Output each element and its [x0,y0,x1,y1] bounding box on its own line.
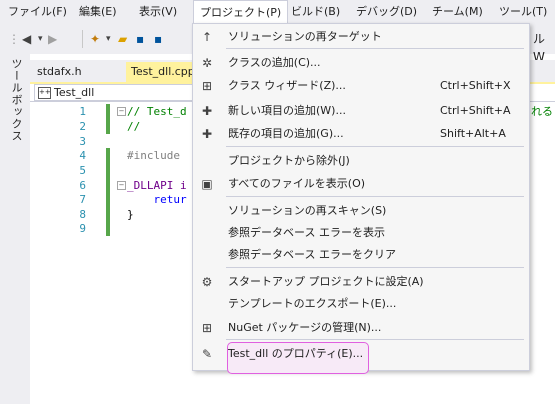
menu-item[interactable]: ↑ ソリューションの再ターゲット [192,25,528,49]
line-number: 8 [79,208,86,221]
back-icon[interactable]: ◀ [22,30,31,48]
project-scope-label: Test_dll [54,86,95,99]
menu-item[interactable]: ⊞ NuGet パッケージの管理(N)... [192,316,528,340]
toolbox-panel[interactable]: ツールボックス [0,54,30,404]
menu-item-shortcut: Shift+Alt+A [440,127,506,140]
collapse-icon[interactable]: − [117,181,126,190]
line-number: 9 [79,222,86,235]
menu-debug[interactable]: デバッグ(D) [350,0,423,24]
wrench-icon: ✎ [201,347,213,361]
toolbox-label[interactable]: ツールボックス [6,58,24,142]
grip-icon: ⋮ [8,32,20,46]
line-number: 7 [79,193,86,206]
menu-item-shortcut: Ctrl+Shift+X [440,79,511,92]
menu-item[interactable]: 参照データベース エラーを表示 [192,221,528,245]
menu-item[interactable]: 参照データベース エラーをクリア [192,243,528,267]
menu-item-label: ソリューションの再ターゲット [228,30,382,43]
menu-view[interactable]: 表示(V) [133,0,183,24]
dropdown-arrow-icon[interactable]: ▾ [106,30,111,48]
code-line: } [127,208,134,221]
menu-item-label: ソリューションの再スキャン(S) [228,204,387,217]
forward-icon[interactable]: ▶ [48,30,57,48]
code-line: // Test_d [127,105,187,118]
add-new-item-icon: ✚ [201,104,213,118]
line-number: 1 [79,105,86,118]
menu-item-label: すべてのファイルを表示(O) [228,177,366,190]
menu-item[interactable]: ▣ すべてのファイルを表示(O) [192,172,528,196]
line-number: 2 [79,120,86,133]
menu-file[interactable]: ファイル(F) [2,0,73,24]
retarget-icon: ↑ [201,30,213,44]
open-file-icon[interactable]: ▰ [118,30,127,48]
menu-item-label: クラスの追加(C)... [228,56,321,69]
add-class-icon: ✲ [201,56,213,70]
change-margin-bar [106,104,110,134]
line-number: 5 [79,164,86,177]
menu-item-label: テンプレートのエクスポート(E)... [228,297,397,310]
menu-item-label: スタートアップ プロジェクトに設定(A) [228,275,424,288]
line-number: 3 [79,135,86,148]
save-icon[interactable]: ▪ [136,30,144,48]
change-margin-bar [106,148,110,236]
menu-item-label: 新しい項目の追加(W)... [228,104,346,117]
menu-item-label: クラス ウィザード(Z)... [228,79,346,92]
save-all-icon[interactable]: ▪ [154,30,162,48]
menu-team[interactable]: チーム(M) [426,0,489,24]
menu-separator [226,196,524,197]
menu-item-label: NuGet パッケージの管理(N)... [228,321,382,334]
code-overflow: れる [531,105,553,118]
code-line: // [127,120,141,133]
code-line: #include [127,149,180,162]
tab-test-dll-cpp[interactable]: Test_dll.cpp [126,62,200,82]
menu-item[interactable]: プロジェクトから除外(J) [192,149,528,173]
menu-item[interactable]: ⊞ クラス ウィザード(Z)... Ctrl+Shift+X [192,74,528,98]
toolbar-separator [82,30,83,48]
tab-stdafx[interactable]: stdafx.h [32,62,87,82]
menu-item[interactable]: ✎ Test_dll のプロパティ(E)... [192,342,528,366]
nuget-icon: ⊞ [201,321,213,335]
dropdown-arrow-icon[interactable]: ▾ [38,30,43,48]
menu-item[interactable]: ⚙ スタートアップ プロジェクトに設定(A) [192,270,528,294]
menu-item-label: 参照データベース エラーをクリア [228,248,396,261]
menu-project[interactable]: プロジェクト(P) [193,0,289,24]
menu-bar: ファイル(F) 編集(E) 表示(V) プロジェクト(P) ビルド(B) デバッ… [0,0,555,24]
line-number: 6 [79,179,86,192]
menu-item-label: 参照データベース エラーを表示 [228,226,385,239]
toolbar-overflow-text: ル W [533,32,546,64]
project-icon: ++ [38,87,51,99]
class-wizard-icon: ⊞ [201,79,213,93]
menu-item[interactable]: テンプレートのエクスポート(E)... [192,292,528,316]
new-project-icon[interactable]: ✦ [90,30,100,48]
line-number: 4 [79,149,86,162]
menu-item-label: プロジェクトから除外(J) [228,154,350,167]
gear-icon: ⚙ [201,275,213,289]
code-line: retur [127,193,187,206]
menu-item[interactable]: ✲ クラスの追加(C)... [192,51,528,75]
menu-item-shortcut: Ctrl+Shift+A [440,104,511,117]
menu-item[interactable]: ソリューションの再スキャン(S) [192,199,528,223]
menu-item[interactable]: ✚ 新しい項目の追加(W)... Ctrl+Shift+A [192,99,528,123]
collapse-icon[interactable]: − [117,107,126,116]
menu-edit[interactable]: 編集(E) [73,0,123,24]
menu-tools[interactable]: ツール(T) [493,0,553,24]
show-all-files-icon: ▣ [201,177,213,191]
menu-separator [226,146,524,147]
menu-build[interactable]: ビルド(B) [285,0,346,24]
add-existing-item-icon: ✚ [201,127,213,141]
project-scope-dropdown[interactable]: ++ Test_dll [34,84,196,101]
menu-item-label: 既存の項目の追加(G)... [228,127,344,140]
code-line: _DLLAPI i [127,179,187,192]
menu-separator [226,267,524,268]
menu-item-label: Test_dll のプロパティ(E)... [228,347,364,360]
menu-item[interactable]: ✚ 既存の項目の追加(G)... Shift+Alt+A [192,122,528,146]
